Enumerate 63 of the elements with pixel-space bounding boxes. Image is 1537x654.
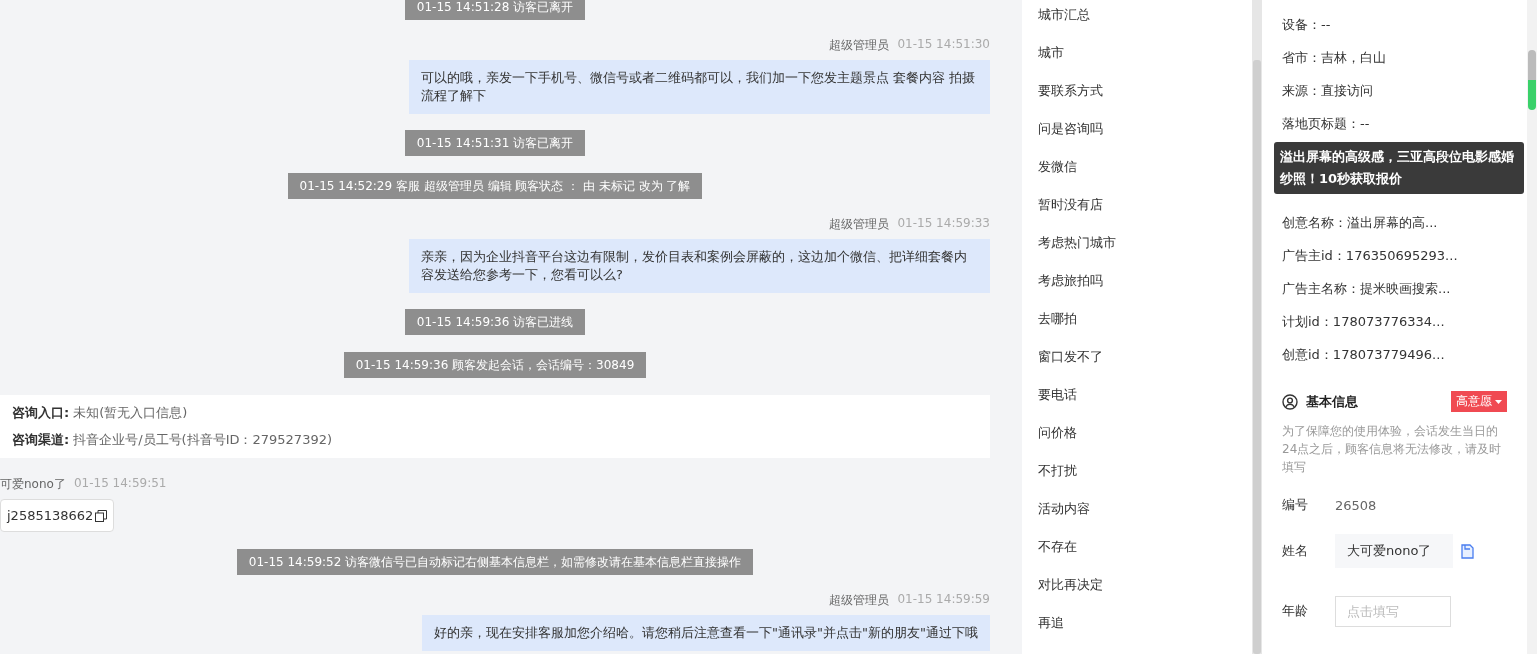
visitor-detail: 省市：吉林，白山: [1282, 49, 1387, 67]
info-value: 抖音企业号/员工号(抖音号ID：279527392): [73, 431, 332, 449]
message-bubble: 好的亲，现在安排客服加您介绍哈。请您稍后注意查看一下"通讯录"并点击"新的朋友"通过下哦: [422, 615, 990, 651]
quick-tag[interactable]: 问是咨询吗: [1022, 120, 1252, 158]
info-label: 咨询入口:: [12, 404, 70, 422]
message-time: 01-15 14:59:33: [897, 216, 990, 232]
intent-dropdown[interactable]: 高意愿: [1451, 391, 1507, 412]
wechat-id-bubble: j2585138662: [0, 499, 115, 532]
quick-tag[interactable]: 城市: [1022, 44, 1252, 82]
info-value: 未知(暂无入口信息): [73, 404, 188, 422]
sender-name: 超级管理员: [829, 592, 890, 609]
message-time: 01-15 14:59:59: [897, 592, 990, 608]
quick-tag[interactable]: 考虑旅拍吗: [1022, 272, 1252, 310]
message-time: 01-15 14:51:30: [897, 37, 990, 53]
quick-tag[interactable]: 活动内容: [1022, 500, 1252, 538]
sender-name: 超级管理员: [829, 37, 890, 54]
quick-tag[interactable]: 暂时没有店: [1022, 196, 1252, 234]
system-notice: 01-15 14:59:52 访客微信号已自动标记右侧基本信息栏，如需修改请在基本信息栏直接操作: [236, 549, 754, 575]
copy-icon[interactable]: [95, 509, 108, 522]
quick-tag[interactable]: 城市汇总: [1022, 6, 1252, 44]
visitor-detail: 来源：直接访问: [1282, 82, 1374, 100]
notice-text: 为了保障您的使用体验，会话发生当日的24点之后，顾客信息将无法修改，请及时填写: [1282, 423, 1503, 476]
visitor-detail: 广告主id：176350695293...: [1282, 247, 1459, 265]
field-label: 编号: [1282, 496, 1309, 514]
sender-name: 可爱nono了: [0, 476, 66, 493]
info-label: 咨询渠道:: [12, 431, 70, 449]
age-input[interactable]: 点击填写: [1335, 595, 1451, 627]
system-notice: 01-15 14:52:29 客服 超级管理员 编辑 顾客状态 ： 由 未标记 改为 了解: [287, 173, 703, 199]
quick-tag[interactable]: 不打扰: [1022, 462, 1252, 500]
visitor-detail: 设备：--: [1282, 16, 1332, 34]
name-field[interactable]: 大可爱nono了: [1335, 534, 1453, 568]
scrollbar-thumb[interactable]: [1253, 60, 1261, 654]
system-notice: 01-15 14:51:31 访客已离开: [404, 130, 586, 156]
quick-tag[interactable]: 不存在: [1022, 538, 1252, 576]
message-bubble: 亲亲，因为企业抖音平台这边有限制，发价目表和案例会屏蔽的，这边加个微信、把详细套餐内容发送给您参考一下，您看可以么?: [409, 239, 990, 293]
system-notice: 01-15 14:59:36 顾客发起会话，会话编号：30849: [343, 352, 647, 378]
quick-tag[interactable]: 要联系方式: [1022, 82, 1252, 120]
visitor-detail: 广告主名称：提米映画搜索...: [1282, 280, 1452, 298]
quick-tag[interactable]: 窗口发不了: [1022, 348, 1252, 386]
scrollbar-thumb[interactable]: [1528, 50, 1536, 110]
quick-tag[interactable]: 考虑热门城市: [1022, 234, 1252, 272]
visitor-detail: 创意名称：溢出屏幕的高...: [1282, 214, 1439, 232]
visitor-detail: 创意id：178073779496...: [1282, 346, 1446, 364]
sender-name: 超级管理员: [829, 216, 890, 233]
quick-tag[interactable]: 问价格: [1022, 424, 1252, 462]
caret-icon: [1495, 399, 1502, 404]
message-bubble: 可以的哦，亲发一下手机号、微信号或者二维码都可以，我们加一下您发主题景点 套餐内容 拍摄流程了解下: [409, 60, 990, 114]
quick-tag[interactable]: 对比再决定: [1022, 576, 1252, 614]
field-label: 姓名: [1282, 542, 1309, 560]
field-value: 26508: [1335, 497, 1377, 513]
section-title: 基本信息: [1306, 392, 1359, 411]
quick-tag[interactable]: 发微信: [1022, 158, 1252, 196]
field-label: 年龄: [1282, 602, 1309, 620]
user-circle-icon: [1282, 393, 1298, 410]
visitor-detail: 计划id：178073776334...: [1282, 313, 1446, 331]
system-notice: 01-15 14:51:28 访客已离开: [404, 0, 586, 20]
quick-tag[interactable]: 要电话: [1022, 386, 1252, 424]
visitor-detail: 落地页标题：--: [1282, 115, 1371, 133]
quick-tag[interactable]: 去哪拍: [1022, 310, 1252, 348]
message-time: 01-15 14:59:51: [73, 476, 167, 492]
tooltip: 溢出屏幕的高级感，三亚高段位电影感婚纱照！10秒获取报价: [1274, 142, 1524, 194]
system-notice: 01-15 14:59:36 访客已进线: [404, 309, 586, 335]
quick-tag[interactable]: 再追: [1022, 614, 1252, 652]
